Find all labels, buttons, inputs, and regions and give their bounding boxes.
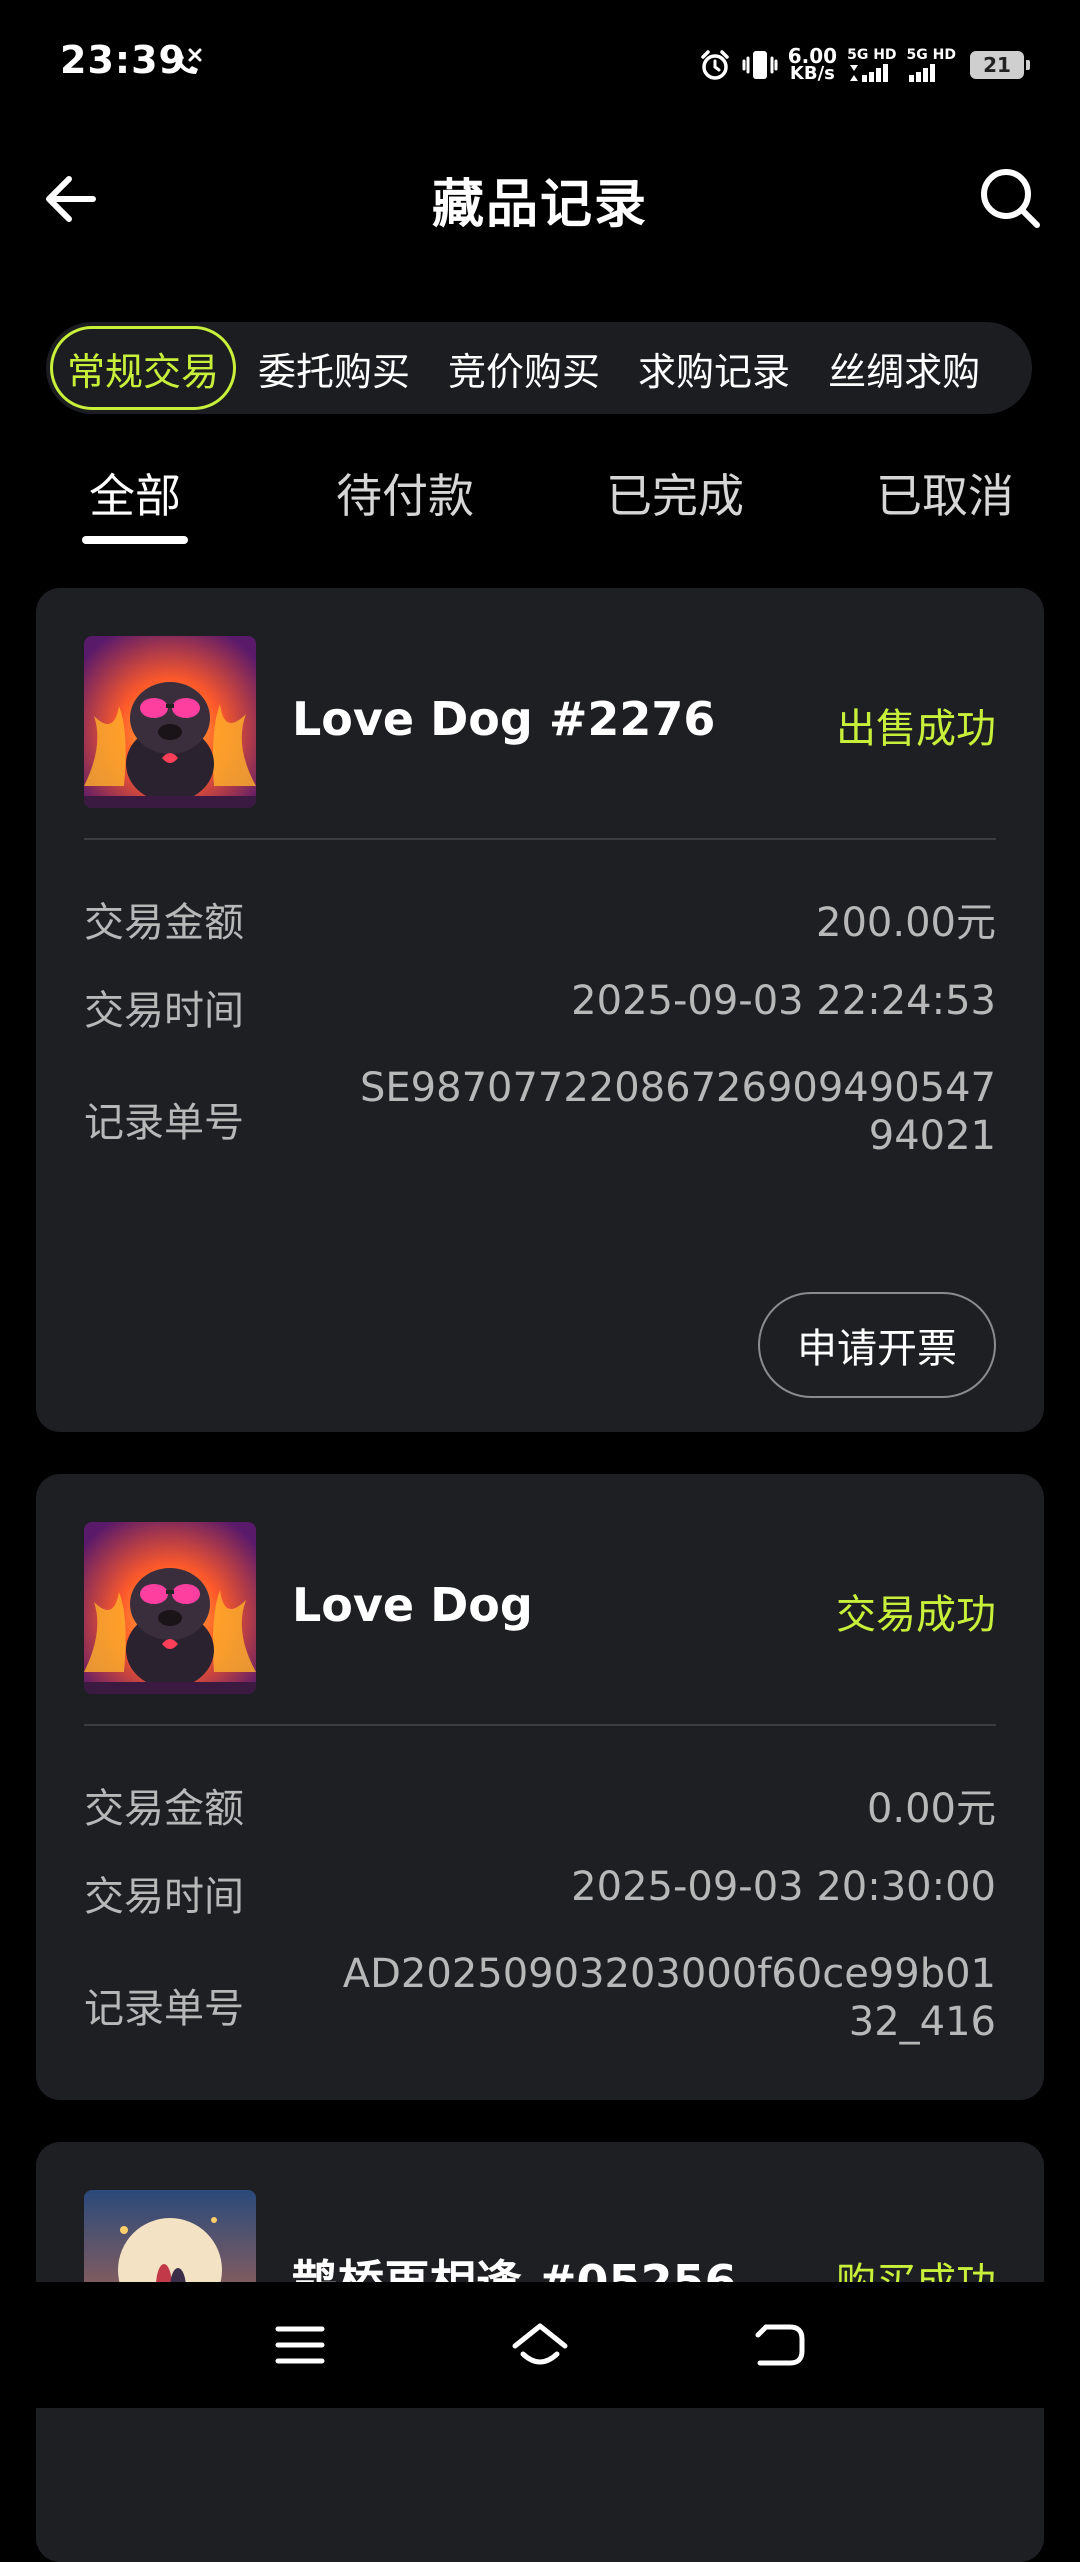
record-status: 出售成功 bbox=[836, 706, 996, 752]
back-return-icon bbox=[755, 2324, 805, 2366]
time-value: 2025-09-03 22:24:53 bbox=[571, 978, 996, 1024]
battery-icon: 21 bbox=[970, 51, 1030, 79]
amount-value: 200.00元 bbox=[816, 900, 996, 946]
order-number-value: SE987077220867269094905479​4021 bbox=[360, 1065, 996, 1159]
sim2-signal: 5G HD bbox=[906, 46, 956, 83]
status-tabs: 全部 待付款 已完成 已取消 bbox=[0, 460, 1080, 550]
signal-icon bbox=[908, 63, 935, 82]
system-navigation-bar bbox=[0, 2282, 1080, 2408]
tab-cancelled[interactable]: 已取消 bbox=[876, 460, 1014, 526]
status-icons: 6.00 KB/s 5G HD 5G HD 21 bbox=[698, 40, 1030, 90]
sim1-signal: 5G HD bbox=[847, 46, 897, 83]
status-bar: 23:39 6.00 KB/s 5G HD 5G HD 21 bbox=[0, 0, 1080, 130]
tab-bidding-purchase[interactable]: 竞价购买 bbox=[432, 326, 616, 410]
tab-regular-trade[interactable]: 常规交易 bbox=[50, 326, 237, 410]
vibrate-icon bbox=[742, 51, 778, 79]
pug-artwork-image bbox=[84, 636, 256, 808]
amount-label: 交易金额 bbox=[84, 1786, 244, 1832]
search-button[interactable] bbox=[970, 158, 1050, 238]
collectible-thumbnail bbox=[84, 1522, 256, 1694]
sim2-label: 5G HD bbox=[906, 46, 956, 63]
time-value: 2025-09-03 20:30:00 bbox=[571, 1864, 996, 1910]
call-missed-icon bbox=[176, 48, 202, 74]
network-speed: 6.00 KB/s bbox=[788, 46, 837, 84]
time-label: 交易时间 bbox=[84, 1874, 244, 1920]
header: 藏品记录 bbox=[0, 140, 1080, 250]
category-tabs: 常规交易 委托购买 竞价购买 求购记录 丝绸求购 bbox=[46, 322, 1032, 414]
record-card[interactable]: Love Dog 交易成功 交易金额 0.00元 交易时间 2025-09-03… bbox=[36, 1474, 1044, 2100]
alarm-icon bbox=[700, 50, 729, 80]
divider bbox=[84, 1724, 996, 1726]
search-icon bbox=[981, 169, 1040, 228]
order-number-value: AD20250903203000f60ce99b0132_416 bbox=[342, 1951, 996, 2045]
tab-all[interactable]: 全部 bbox=[89, 460, 181, 526]
divider bbox=[84, 838, 996, 840]
order-number-label: 记录单号 bbox=[84, 1100, 244, 1146]
system-back-button[interactable] bbox=[735, 2300, 825, 2390]
home-icon bbox=[512, 2323, 568, 2365]
record-card[interactable]: Love Dog #2276 出售成功 交易金额 200.00元 交易时间 20… bbox=[36, 588, 1044, 1432]
order-number-label: 记录单号 bbox=[84, 1986, 244, 2032]
collectible-thumbnail bbox=[84, 636, 256, 808]
status-time: 23:39 bbox=[60, 38, 186, 82]
record-status: 交易成功 bbox=[836, 1592, 996, 1638]
page-title: 藏品记录 bbox=[431, 175, 648, 235]
tab-entrusted-purchase[interactable]: 委托购买 bbox=[242, 326, 426, 410]
request-invoice-button[interactable]: 申请开票 bbox=[758, 1292, 996, 1398]
tab-purchase-request-records[interactable]: 求购记录 bbox=[622, 326, 806, 410]
collectible-name: Love Dog bbox=[292, 1578, 533, 1632]
tab-pending-payment[interactable]: 待付款 bbox=[336, 460, 474, 526]
sim1-label: 5G HD bbox=[847, 46, 897, 63]
pug-artwork-image bbox=[84, 1522, 256, 1694]
battery-level: 21 bbox=[983, 53, 1011, 77]
amount-label: 交易金额 bbox=[84, 900, 244, 946]
tab-completed[interactable]: 已完成 bbox=[606, 460, 744, 526]
signal-icon bbox=[850, 63, 889, 82]
collectible-name: Love Dog #2276 bbox=[292, 692, 716, 746]
home-button[interactable] bbox=[495, 2300, 585, 2390]
amount-value: 0.00元 bbox=[866, 1786, 996, 1832]
tab-silk-purchase-request[interactable]: 丝绸求购 bbox=[812, 326, 996, 410]
network-speed-unit: KB/s bbox=[789, 63, 835, 84]
menu-icon bbox=[275, 2326, 325, 2364]
active-tab-indicator bbox=[82, 536, 188, 544]
time-label: 交易时间 bbox=[84, 988, 244, 1034]
recent-apps-button[interactable] bbox=[255, 2300, 345, 2390]
